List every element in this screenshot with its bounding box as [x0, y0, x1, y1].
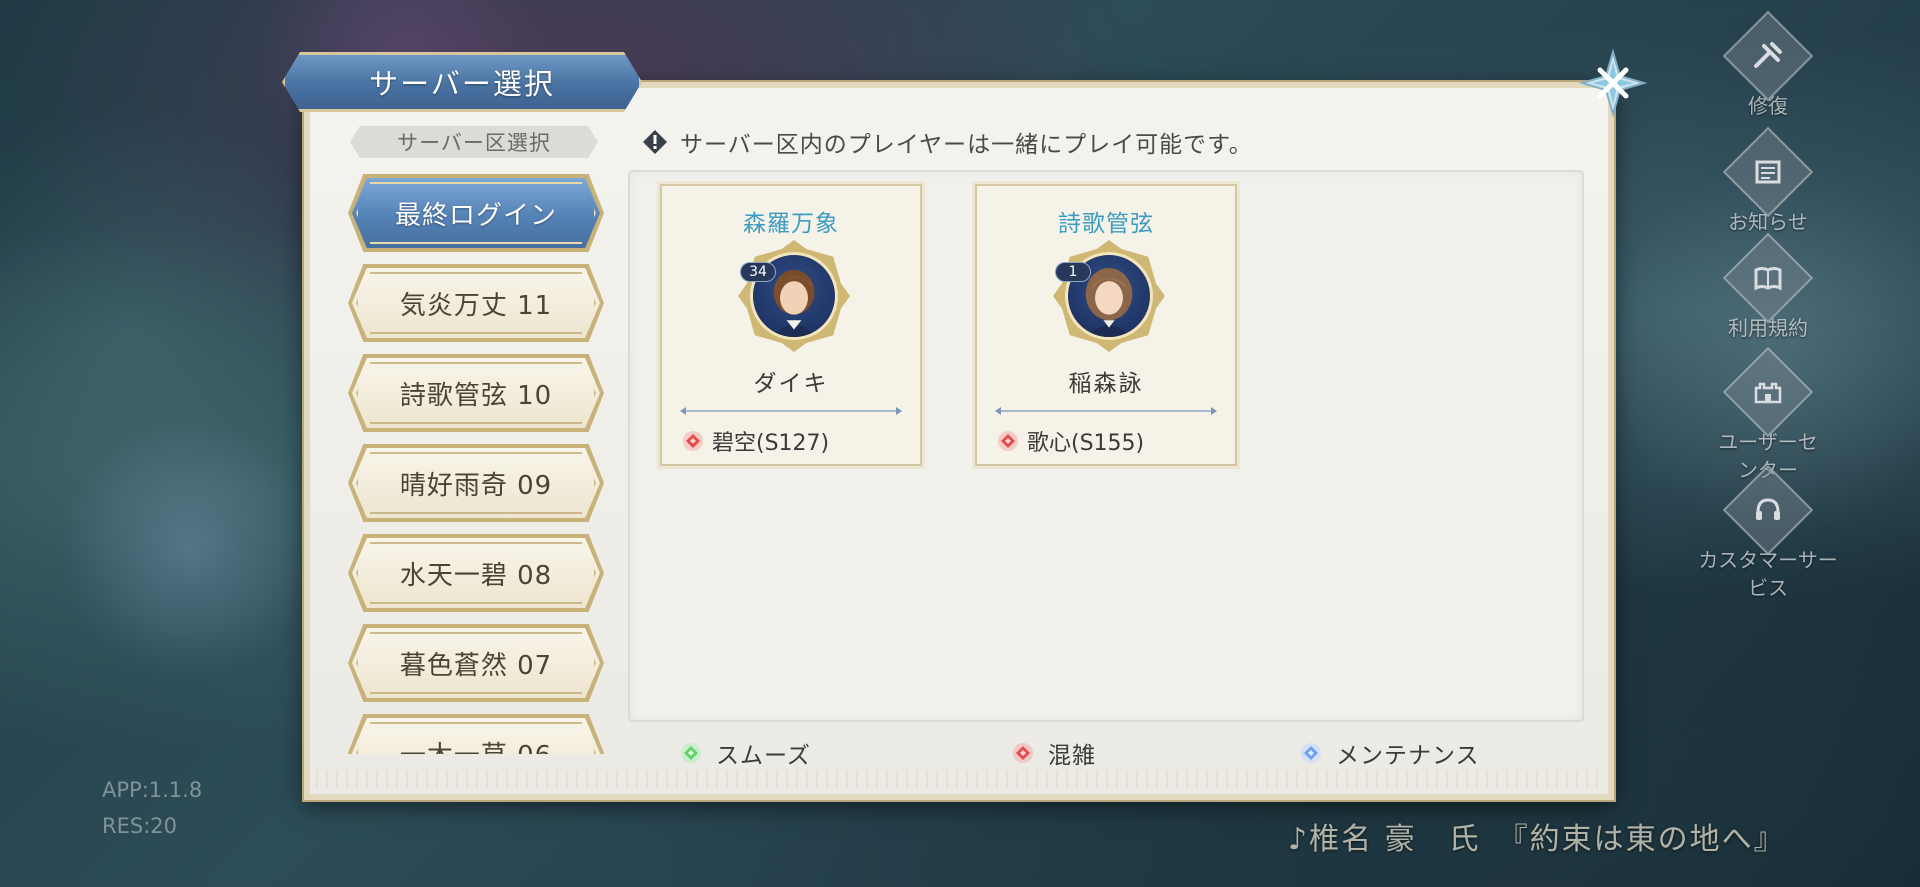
server-status-line: 歌心(S155) [997, 424, 1144, 458]
character-name: ダイキ [753, 371, 829, 397]
server-status-line: 碧空(S127) [682, 424, 829, 458]
status-congested-icon [1013, 743, 1033, 763]
status-congested-icon [998, 431, 1018, 451]
level-badge: 34 [740, 262, 776, 282]
castle-icon [1722, 346, 1814, 438]
tab-label: 詩歌管弦 10 [399, 380, 553, 411]
info-text: サーバー区内のプレイヤーは一緒にプレイ可能です。 [680, 132, 1253, 158]
tab-label: 最終ログイン [394, 200, 557, 231]
tab-label: 一木一草 06 [400, 735, 552, 755]
dialog-title: サーバー選択 [282, 52, 642, 112]
background-art [60, 420, 320, 680]
tab-region-08[interactable]: 水天一碧 08 [352, 538, 600, 608]
level-badge: 1 [1055, 262, 1091, 282]
tab-label: 暮色蒼然 07 [399, 650, 553, 681]
terms-button[interactable]: 利用規約 [1693, 232, 1843, 342]
divider-line [680, 407, 902, 415]
res-version: RES:20 [102, 814, 177, 838]
customer-service-button[interactable]: カスタマーサービス [1693, 464, 1843, 602]
tab-label: 水天一碧 08 [399, 560, 553, 591]
notice-button[interactable]: お知らせ [1693, 126, 1843, 236]
version-info: APP:1.1.8 RES:20 [102, 772, 202, 844]
status-congested-icon [683, 431, 703, 451]
tab-last-login[interactable]: 最終ログイン [352, 178, 600, 248]
book-icon [1722, 232, 1814, 324]
legend-label: 混雑 [1048, 743, 1096, 769]
divider-line [995, 407, 1217, 415]
wrench-hammer-icon [1722, 10, 1814, 102]
tab-region-11[interactable]: 気炎万丈 11 [352, 268, 600, 338]
region-select-label-text: サーバー区選択 [397, 131, 551, 155]
tab-label: 気炎万丈 11 [399, 290, 553, 321]
tab-region-07[interactable]: 暮色蒼然 07 [352, 628, 600, 698]
server-card[interactable]: 森羅万象 34 ダイキ 碧空(S127) [660, 184, 922, 466]
server-name: 碧空(S127) [712, 431, 830, 456]
info-diamond-icon [642, 129, 668, 155]
notice-board-icon [1722, 126, 1814, 218]
server-region-name: 森羅万象 [743, 211, 839, 237]
server-region-name: 詩歌管弦 [1058, 211, 1154, 237]
legend-label: スムーズ [716, 743, 811, 769]
close-button[interactable] [1578, 48, 1648, 118]
legend-smooth: スムーズ [680, 736, 811, 770]
character-avatar: 1 [1053, 240, 1165, 352]
legend-congested: 混雑 [1012, 736, 1096, 770]
music-credit: ♪椎名 豪 氏 『約束は東の地へ』 [1288, 822, 1786, 857]
character-avatar: 34 [738, 240, 850, 352]
server-card[interactable]: 詩歌管弦 1 稲森詠 歌心(S155) [975, 184, 1237, 466]
region-tab-list[interactable]: 最終ログイン 気炎万丈 11 詩歌管弦 10 晴好雨奇 09 水天一碧 08 暮… [348, 172, 604, 754]
tab-region-10[interactable]: 詩歌管弦 10 [352, 358, 600, 428]
legend-label: メンテナンス [1336, 743, 1480, 769]
close-x-icon [1578, 48, 1648, 118]
character-name: 稲森詠 [1068, 371, 1144, 397]
region-select-label: サーバー区選択 [350, 126, 598, 158]
repair-button[interactable]: 修復 [1693, 10, 1843, 120]
status-maintenance-icon [1301, 743, 1321, 763]
headset-icon [1722, 464, 1814, 556]
tab-label: 晴好雨奇 09 [399, 470, 553, 501]
tab-region-06[interactable]: 一木一草 06 [352, 718, 600, 754]
status-smooth-icon [681, 743, 701, 763]
tab-region-09[interactable]: 晴好雨奇 09 [352, 448, 600, 518]
app-version: APP:1.1.8 [102, 778, 203, 802]
legend-maintenance: メンテナンス [1300, 736, 1480, 770]
server-name: 歌心(S155) [1027, 431, 1145, 456]
info-message: サーバー区内のプレイヤーは一緒にプレイ可能です。 [642, 124, 1253, 160]
dialog-title-text: サーバー選択 [369, 67, 555, 101]
